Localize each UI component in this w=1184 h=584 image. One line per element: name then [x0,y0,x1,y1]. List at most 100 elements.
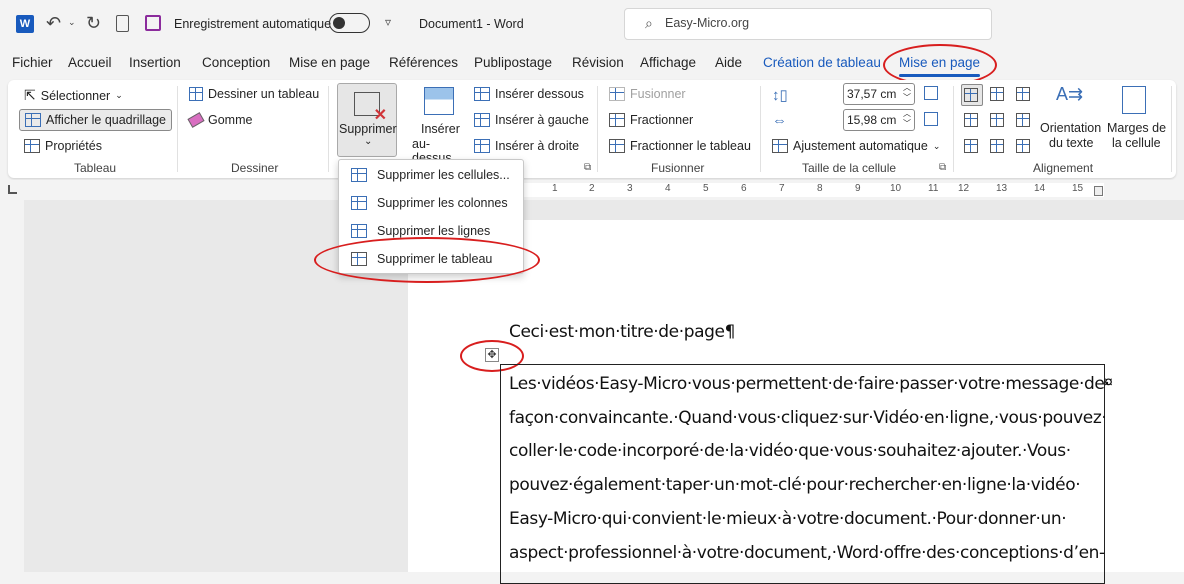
ruler-number: 11 [928,183,939,194]
redo-icon[interactable]: ↻ [86,13,101,34]
ruler-number: 7 [779,183,785,194]
insert-above-icon [424,87,454,115]
page-title[interactable]: Ceci·est·mon·titre·de·page¶ [509,322,735,342]
ruler-number: 3 [627,183,633,194]
tab-mise-en-page[interactable]: Mise en page [289,55,370,70]
save-icon[interactable] [145,15,161,31]
horizontal-ruler[interactable]: 1 2 3 4 5 6 7 8 9 10 11 12 13 14 15 [0,180,1184,202]
ruler-number: 6 [741,183,747,194]
tab-aide[interactable]: Aide [715,55,742,70]
tab-revision[interactable]: Révision [572,55,624,70]
eraser-button[interactable]: Gomme [187,112,252,128]
insert-below-button[interactable]: Insérer dessous [474,87,584,101]
undo-icon[interactable]: ↶ [46,13,61,34]
title-bar: W ↶ ⌄ ↻ Enregistrement automatique ▿ Doc… [0,0,1184,48]
group-label-dessiner: Dessiner [231,161,279,175]
align-top-right-button[interactable] [1016,87,1030,104]
insert-right-icon [474,139,490,153]
spinner-icon[interactable]: ︿ ﹀ [903,109,911,129]
distribute-rows-icon[interactable] [924,86,938,100]
menu-item-delete-cells[interactable]: Supprimer les cellules... [339,161,523,189]
group-separator [1171,86,1172,172]
chevron-down-icon: ⌄ [932,140,941,151]
table-text-line: Les·vidéos·Easy-Micro·vous·permettent·de… [509,374,1110,394]
search-text: Easy-Micro.org [665,16,750,30]
autofit-icon [772,139,788,153]
height-field[interactable]: 37,57 cm ︿ ﹀ [843,83,915,105]
align-middle-center-button[interactable] [990,113,1004,130]
spinner-icon[interactable]: ︿ ﹀ [903,83,911,103]
width-field[interactable]: 15,98 cm ︿ ﹀ [843,109,915,131]
tab-affichage[interactable]: Affichage [640,55,696,70]
align-bottom-center-button[interactable] [990,139,1004,156]
search-icon: ⌕ [645,15,653,31]
toggle-knob [333,17,345,29]
ruler-number: 4 [665,183,671,194]
eraser-icon [187,112,205,128]
chevron-down-icon: ⌄ [364,136,373,147]
text-direction-button[interactable]: A⇉ Orientation du texte [1038,84,1104,154]
cell-margins-button[interactable]: Marges de la cellule [1104,84,1168,154]
touch-mode-icon[interactable] [116,15,129,32]
annotation-ellipse-menu [314,237,540,283]
search-box[interactable]: ⌕ Easy-Micro.org [624,8,992,40]
pencil-table-icon [189,87,203,101]
tab-accueil[interactable]: Accueil [68,55,112,70]
split-cells-button[interactable]: Fractionner [609,113,693,127]
cell-margins-icon [1122,86,1146,114]
table-text-line: aspect·professionnel·à·votre·document,·W… [509,543,1105,563]
end-of-row-marker: ¤ [1104,374,1113,391]
tab-conception[interactable]: Conception [202,55,270,70]
ruler-number: 1 [552,183,558,194]
dialog-launcher-icon[interactable]: ⧉ [939,162,946,173]
group-label-tableau: Tableau [74,161,117,175]
insert-left-icon [474,113,490,127]
align-middle-left-button[interactable] [964,113,978,130]
tab-fichier[interactable]: Fichier [12,55,53,70]
document-title: Document1 - Word [419,17,524,31]
text-direction-icon: A⇉ [1056,84,1084,104]
properties-icon [24,139,40,153]
autofit-button[interactable]: Ajustement automatique ⌄ [772,139,940,153]
group-separator [597,86,598,172]
tab-creation-de-tableau[interactable]: Création de tableau [763,55,881,70]
split-table-button[interactable]: Fractionner le tableau [609,139,751,153]
tab-references[interactable]: Références [389,55,458,70]
merge-button: Fusionner [609,87,686,101]
align-bottom-left-button[interactable] [964,139,978,156]
gridlines-icon [25,113,41,127]
customize-qat-icon[interactable]: ▿ [385,15,391,29]
show-gridlines-button[interactable]: Afficher le quadrillage [19,109,172,131]
tab-insertion[interactable]: Insertion [129,55,181,70]
align-bottom-right-button[interactable] [1016,139,1030,156]
autosave-toggle[interactable] [329,13,370,33]
align-middle-right-button[interactable] [1016,113,1030,130]
distribute-columns-icon[interactable] [924,112,938,126]
undo-dropdown-icon[interactable]: ⌄ [68,17,76,28]
align-top-center-button[interactable] [990,87,1004,104]
merge-icon [609,87,625,101]
group-separator [328,86,329,172]
properties-button[interactable]: Propriétés [24,139,102,153]
draw-table-button[interactable]: Dessiner un tableau [189,87,319,101]
ruler-number: 14 [1034,183,1046,194]
ruler-number: 12 [958,183,970,194]
ruler-number: 2 [589,183,595,194]
select-button[interactable]: ⇱ Sélectionner ⌄ [24,87,123,104]
insert-above-button[interactable]: Insérer au-dessus [410,85,468,165]
group-label-taille: Taille de la cellule [802,161,897,175]
delete-button[interactable]: ✕ Supprimer ⌄ [337,83,397,157]
ruler-bar [520,183,1104,197]
insert-right-button[interactable]: Insérer à droite [474,139,579,153]
ruler-tab-selector[interactable] [8,185,17,194]
align-top-left-button[interactable] [961,84,983,106]
vertical-ruler[interactable] [4,200,22,572]
ruler-indent-marker[interactable] [1094,186,1103,196]
table-text-line: Easy-Micro·qui·convient·le·mieux·à·votre… [509,509,1067,529]
group-label-alignement: Alignement [1033,161,1094,175]
split-table-icon [609,139,625,153]
insert-left-button[interactable]: Insérer à gauche [474,113,589,127]
menu-item-delete-columns[interactable]: Supprimer les colonnes [339,189,523,217]
dialog-launcher-icon[interactable]: ⧉ [584,162,591,173]
tab-publipostage[interactable]: Publipostage [474,55,552,70]
